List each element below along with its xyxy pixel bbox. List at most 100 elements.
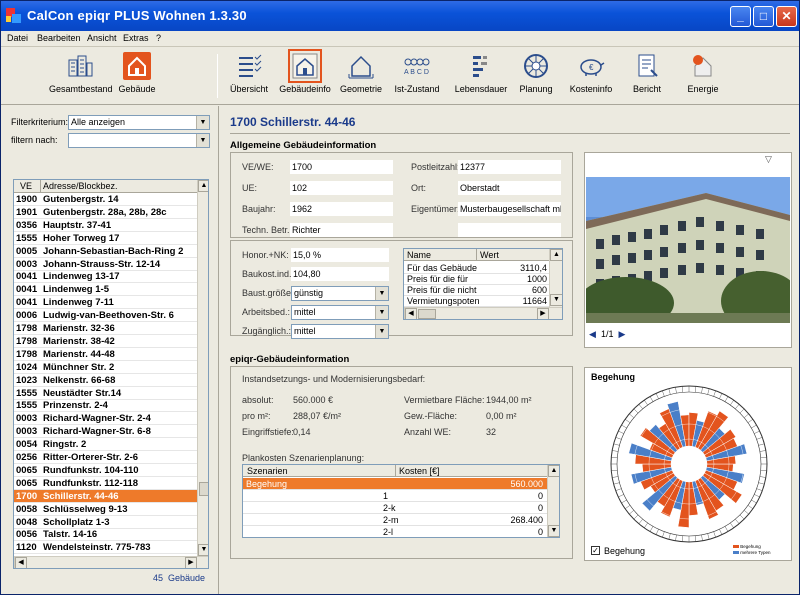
tb-kosteninfo-button[interactable]: € Kosteninfo	[561, 52, 621, 94]
table-row[interactable]: 1900 Gutenbergstr. 14	[14, 193, 197, 206]
chevron-down-icon[interactable]: ▼	[375, 306, 388, 319]
table-row[interactable]: 1555 Hoher Torweg 17	[14, 232, 197, 245]
table-row[interactable]: 0065 Rundfunkstr. 112-118	[14, 477, 197, 490]
table-row[interactable]: 0048 Schollplatz 1-3	[14, 516, 197, 529]
table-row[interactable]: 1555 Prinzenstr. 2-4	[14, 399, 197, 413]
scroll-right-icon[interactable]: ▶	[185, 557, 197, 568]
field-value[interactable]	[458, 223, 561, 237]
menu-help[interactable]: ?	[156, 33, 161, 43]
scenario-row[interactable]: 2-l 0	[243, 526, 547, 537]
table-row[interactable]: 0058 Schlüsselweg 9-13	[14, 503, 197, 516]
table-row[interactable]: 0041 Lindenweg 13-17	[14, 270, 197, 284]
minimize-button[interactable]: _	[730, 6, 751, 27]
param-value[interactable]: 15,0 %	[291, 248, 389, 262]
menu-ansicht[interactable]: Ansicht	[87, 33, 117, 43]
menu-extras[interactable]: Extras	[123, 33, 149, 43]
table-row[interactable]: 0005 Johann-Sebastian-Bach-Ring 2	[14, 245, 197, 258]
tb-geometrie-button[interactable]: Geometrie	[331, 52, 391, 94]
table-row[interactable]: 1798 Marienstr. 32-36	[14, 322, 197, 335]
filter-criterion-select[interactable]: Alle anzeigen ▼	[68, 115, 210, 130]
menu-datei[interactable]: Datei	[7, 33, 28, 43]
chevron-down-icon[interactable]: ▼	[375, 287, 388, 300]
table-row[interactable]: 0256 Ritter-Orterer-Str. 2-6	[14, 451, 197, 464]
scroll-thumb[interactable]	[199, 482, 208, 496]
next-photo-icon[interactable]: ▶	[618, 329, 625, 339]
field-value[interactable]: Musterbaugesellschaft mb	[458, 202, 561, 216]
scenario-row[interactable]: 2-k 0	[243, 502, 547, 514]
table-row[interactable]: 0356 Hauptstr. 37-41	[14, 219, 197, 232]
scroll-thumb[interactable]	[418, 309, 436, 319]
table-row[interactable]: 0003 Richard-Wagner-Str. 6-8	[14, 425, 197, 439]
table-row[interactable]: 0003 Richard-Wagner-Str. 2-4	[14, 412, 197, 426]
tb-energie-button[interactable]: Energie	[673, 52, 733, 94]
chevron-down-icon[interactable]: ▼	[196, 116, 209, 129]
tb-bericht-button[interactable]: Bericht	[617, 52, 677, 94]
table-row[interactable]: 0041 Lindenweg 7-11	[14, 296, 197, 310]
param-select[interactable]: mittel ▼	[291, 305, 389, 320]
maximize-button[interactable]: □	[753, 6, 774, 27]
col-scenario-header[interactable]: Szenarien	[247, 465, 288, 477]
title-bar[interactable]: CalCon epiqr PLUS Wohnen 1.3.30 _ □ ✕	[1, 1, 799, 31]
table-row[interactable]: 1023 Nelkenstr. 66-68	[14, 374, 197, 387]
table-row[interactable]: 1700 Schillerstr. 44-46	[14, 489, 197, 503]
field-value[interactable]: 1700	[290, 160, 393, 174]
field-value[interactable]: 1962	[290, 202, 393, 216]
table-row[interactable]: 1798 Marienstr. 44-48	[14, 348, 197, 361]
tb-gebaeude-button[interactable]: Gebäude	[107, 52, 167, 94]
scroll-left-icon[interactable]: ◀	[15, 557, 27, 568]
param-select[interactable]: mittel ▼	[291, 324, 389, 339]
scenario-row[interactable]: Begehung 560.000	[243, 478, 547, 490]
table-row[interactable]: 0003 Johann-Strauss-Str. 12-14	[14, 258, 197, 271]
tb-lebensdauer-button[interactable]: Lebensdauer	[449, 52, 513, 94]
col-value-header[interactable]: Wert	[480, 249, 499, 261]
param-value[interactable]: 104,80	[291, 267, 389, 281]
field-value[interactable]: Oberstadt	[458, 181, 561, 195]
field-value[interactable]: 12377	[458, 160, 561, 174]
list-vscroll[interactable]: ▲ ▼	[197, 180, 208, 556]
tb-planung-button[interactable]: Planung	[506, 52, 566, 94]
table-row[interactable]: 1555 Neustädter Str.14	[14, 387, 197, 400]
scroll-up-icon[interactable]: ▲	[550, 249, 562, 261]
table-row[interactable]: 0006 Ludwig-van-Beethoven-Str. 6	[14, 309, 197, 323]
table-row[interactable]: 0054 Ringstr. 2	[14, 438, 197, 452]
scroll-left-icon[interactable]: ◀	[405, 308, 417, 319]
table-row[interactable]: 1798 Marienstr. 38-42	[14, 335, 197, 348]
chevron-down-icon[interactable]: ▽	[765, 154, 772, 165]
list-hscroll[interactable]: ◀ ▶	[14, 556, 208, 568]
tb-gesamtbestand-button[interactable]: Gesamtbestand	[49, 52, 113, 94]
scroll-up-icon[interactable]: ▲	[198, 180, 208, 192]
col-name-header[interactable]: Name	[407, 249, 431, 261]
param-select[interactable]: günstig ▼	[291, 286, 389, 301]
chart-checkbox[interactable]: ✓	[591, 546, 600, 555]
chevron-down-icon[interactable]: ▼	[375, 325, 388, 338]
scroll-up-icon[interactable]: ▲	[548, 465, 559, 477]
scenario-row[interactable]: 2-m 268.400	[243, 514, 547, 526]
value-grid-hscroll[interactable]: ◀ ▶	[404, 307, 562, 319]
value-grid-vscroll[interactable]: ▲ ▼	[549, 249, 562, 307]
chevron-down-icon[interactable]: ▼	[196, 134, 209, 147]
table-row[interactable]: 1901 Gutenbergstr. 28a, 28b, 28c	[14, 206, 197, 219]
scroll-down-icon[interactable]: ▼	[198, 544, 208, 556]
scenario-vscroll[interactable]: ▲ ▼	[547, 465, 559, 537]
field-value[interactable]: 102	[290, 181, 393, 195]
table-row[interactable]: 1120 Wendelsteinstr. 775-783	[14, 541, 197, 555]
col-ve-header[interactable]: VE	[20, 181, 32, 191]
prev-photo-icon[interactable]: ◀	[589, 329, 596, 339]
col-cost-header[interactable]: Kosten [€]	[399, 465, 440, 477]
table-row[interactable]: 0065 Rundfunkstr. 104-110	[14, 464, 197, 477]
scenario-row[interactable]: 10	[243, 490, 547, 502]
scroll-down-icon[interactable]: ▼	[550, 294, 562, 306]
close-button[interactable]: ✕	[776, 6, 797, 27]
menu-bearbeiten[interactable]: Bearbeiten	[37, 33, 81, 43]
tb-uebersicht-button[interactable]: Übersicht	[219, 52, 279, 94]
tb-gebaeudeinfo-button[interactable]: Gebäudeinfo	[275, 49, 335, 94]
table-row[interactable]: 1024 Münchner Str. 2	[14, 361, 197, 374]
filter-by-select[interactable]: ▼	[68, 133, 210, 148]
field-value[interactable]: Richter	[290, 223, 393, 237]
tb-istzustand-button[interactable]: A B C D Ist-Zustand	[387, 52, 447, 94]
scroll-down-icon[interactable]: ▼	[548, 525, 559, 537]
col-address-header[interactable]: Adresse/Blockbez.	[43, 181, 118, 191]
table-row[interactable]: 0041 Lindenweg 1-5	[14, 283, 197, 297]
table-row[interactable]: 0056 Talstr. 14-16	[14, 528, 197, 542]
scroll-right-icon[interactable]: ▶	[537, 308, 549, 319]
